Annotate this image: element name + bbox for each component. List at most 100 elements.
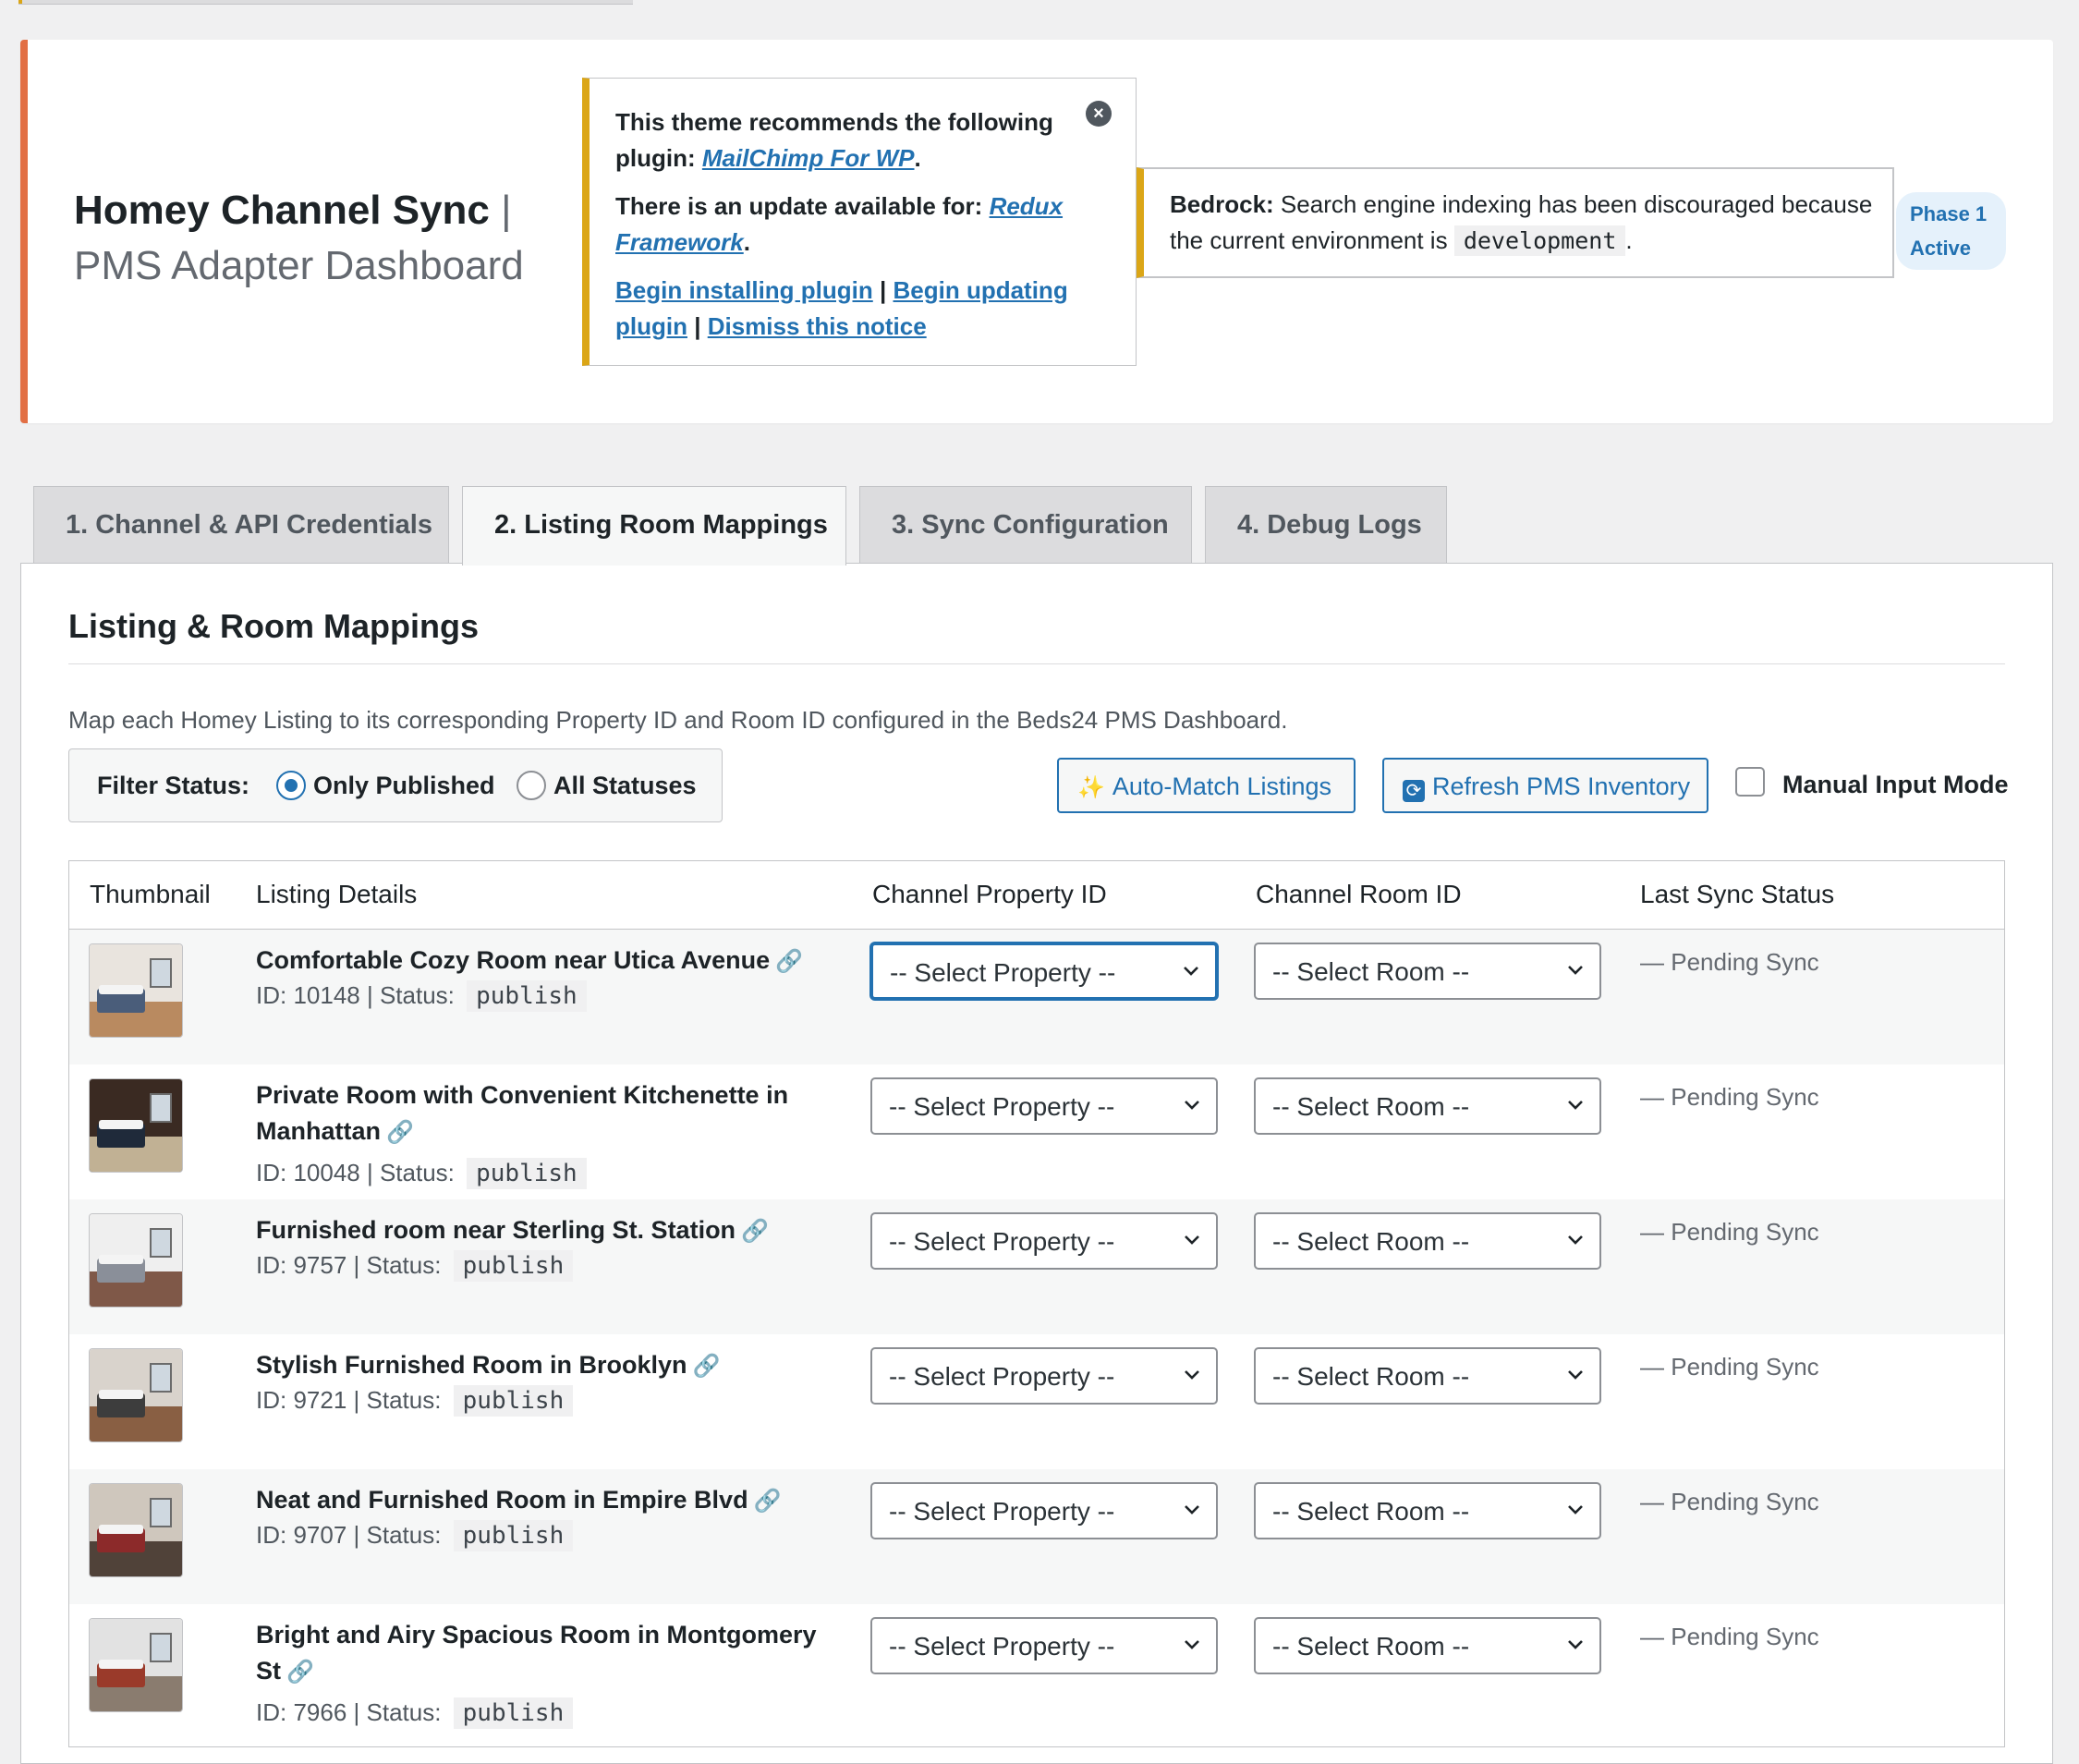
refresh-inventory-button[interactable]: ⟳ Refresh PMS Inventory [1382,758,1708,813]
radio-all-statuses[interactable] [517,771,546,800]
sync-status: — Pending Sync [1640,1218,1819,1246]
property-select[interactable]: -- Select Property -- [870,1617,1218,1674]
begin-installing-link[interactable]: Begin installing plugin [615,276,873,304]
listing-title[interactable]: Comfortable Cozy Room near Utica Avenue 🔗 [256,943,847,979]
table-row: Stylish Furnished Room in Brooklyn 🔗 ID: 9… [69,1334,2004,1469]
mailchimp-link[interactable]: MailChimp For WP [702,144,915,172]
tab-channel-api-credentials[interactable]: 1. Channel & API Credentials [33,486,449,564]
filter-status-box: Filter Status: Only Published All Status… [68,748,723,822]
chevron-down-icon [1568,1101,1583,1110]
section-description: Map each Homey Listing to its correspond… [68,706,1288,734]
listing-title[interactable]: Bright and Airy Spacious Room in Montgom… [256,1617,847,1690]
col-room-id: Channel Room ID [1256,880,1462,908]
radio-only-published[interactable] [276,771,306,800]
listing-id: 9707 [293,1521,347,1549]
filter-status-label: Filter Status: [97,772,250,799]
sync-status: — Pending Sync [1640,1083,1819,1111]
table-row: Furnished room near Sterling St. Station… [69,1199,2004,1334]
link-icon[interactable]: 🔗 [286,1660,314,1685]
col-sync-status: Last Sync Status [1640,880,1835,908]
mappings-table: Thumbnail Listing Details Channel Proper… [68,860,2005,1747]
listing-meta: ID: 10048 | Status: publish [256,1158,587,1189]
listing-title[interactable]: Furnished room near Sterling St. Station… [256,1212,847,1249]
chevron-down-icon [1568,1235,1583,1245]
page-title: Homey Channel Sync | PMS Adapter Dashboa… [74,183,524,294]
divider [68,663,2005,664]
link-icon[interactable]: 🔗 [741,1219,769,1244]
bedrock-notice: Bedrock: Search engine indexing has been… [1137,167,1894,278]
manual-input-label[interactable]: Manual Input Mode [1782,771,2008,799]
radio-all-statuses-label[interactable]: All Statuses [553,772,697,800]
plugin-update-text: There is an update available for: [615,192,990,220]
listing-title[interactable]: Stylish Furnished Room in Brooklyn 🔗 [256,1347,847,1384]
chevron-down-icon [1185,1235,1199,1245]
listing-id: 10048 [293,1159,360,1186]
previous-notice-edge [18,0,633,5]
tab-listing-room-mappings[interactable]: 2. Listing Room Mappings [462,486,846,566]
listing-thumbnail[interactable] [90,944,182,1037]
radio-only-published-label[interactable]: Only Published [313,772,495,800]
manual-input-checkbox[interactable] [1735,767,1765,797]
chevron-down-icon [1185,1640,1199,1649]
room-select[interactable]: -- Select Room -- [1254,1347,1601,1405]
room-select[interactable]: -- Select Room -- [1254,1212,1601,1270]
chevron-down-icon [1185,1505,1199,1515]
property-select[interactable]: -- Select Property -- [870,943,1218,1000]
tab-sync-configuration[interactable]: 3. Sync Configuration [859,486,1192,564]
link-icon[interactable]: 🔗 [775,949,803,974]
link-icon[interactable]: 🔗 [386,1120,414,1145]
listing-status: publish [453,1697,574,1729]
auto-match-button[interactable]: ✨ Auto-Match Listings [1057,758,1356,813]
listing-id: 9757 [293,1251,347,1279]
app-subtitle: PMS Adapter Dashboard [74,243,524,288]
dismiss-notice-link[interactable]: Dismiss this notice [708,312,927,340]
property-select[interactable]: -- Select Property -- [870,1347,1218,1405]
table-header: Thumbnail Listing Details Channel Proper… [69,861,2004,930]
listing-meta: ID: 9721 | Status: publish [256,1385,574,1417]
col-listing-details: Listing Details [256,880,418,908]
listing-title[interactable]: Private Room with Convenient Kitchenette… [256,1077,847,1150]
link-icon[interactable]: 🔗 [754,1489,782,1514]
listing-thumbnail[interactable] [90,1349,182,1442]
col-thumbnail: Thumbnail [90,880,211,908]
link-icon[interactable]: 🔗 [693,1354,721,1379]
sync-status: — Pending Sync [1640,948,1819,976]
room-select[interactable]: -- Select Room -- [1254,1617,1601,1674]
chevron-down-icon [1184,967,1198,976]
room-select[interactable]: -- Select Room -- [1254,943,1601,1000]
listing-id: 9721 [293,1386,347,1414]
listing-thumbnail[interactable] [90,1619,182,1711]
sync-status: — Pending Sync [1640,1353,1819,1381]
listing-thumbnail[interactable] [90,1079,182,1172]
listing-meta: ID: 10148 | Status: publish [256,980,587,1012]
listing-title[interactable]: Neat and Furnished Room in Empire Blvd 🔗 [256,1482,847,1519]
room-select[interactable]: -- Select Room -- [1254,1482,1601,1539]
property-select[interactable]: -- Select Property -- [870,1212,1218,1270]
listing-status: publish [467,1158,587,1189]
listing-status: publish [453,1385,574,1417]
listing-meta: ID: 9757 | Status: publish [256,1250,574,1282]
plugin-notice: × This theme recommends the following pl… [582,78,1137,366]
listing-status: publish [453,1250,574,1282]
property-select[interactable]: -- Select Property -- [870,1077,1218,1135]
refresh-icon: ⟳ [1403,780,1425,802]
room-select[interactable]: -- Select Room -- [1254,1077,1601,1135]
environment-code: development [1453,225,1626,256]
tab-debug-logs[interactable]: 4. Debug Logs [1205,486,1447,564]
section-title: Listing & Room Mappings [68,607,479,645]
listing-thumbnail[interactable] [90,1484,182,1576]
chevron-down-icon [1568,966,1583,975]
chevron-down-icon [1185,1101,1199,1110]
listing-thumbnail[interactable] [90,1214,182,1307]
listing-status: publish [467,980,587,1012]
chevron-down-icon [1568,1370,1583,1380]
col-property-id: Channel Property ID [872,880,1107,908]
property-select[interactable]: -- Select Property -- [870,1482,1218,1539]
close-icon[interactable]: × [1086,101,1112,127]
sparkles-icon: ✨ [1077,775,1105,800]
listing-id: 7966 [293,1698,347,1726]
listing-status: publish [453,1520,574,1551]
chevron-down-icon [1568,1505,1583,1515]
sync-status: — Pending Sync [1640,1623,1819,1650]
bedrock-label: Bedrock: [1170,190,1274,218]
